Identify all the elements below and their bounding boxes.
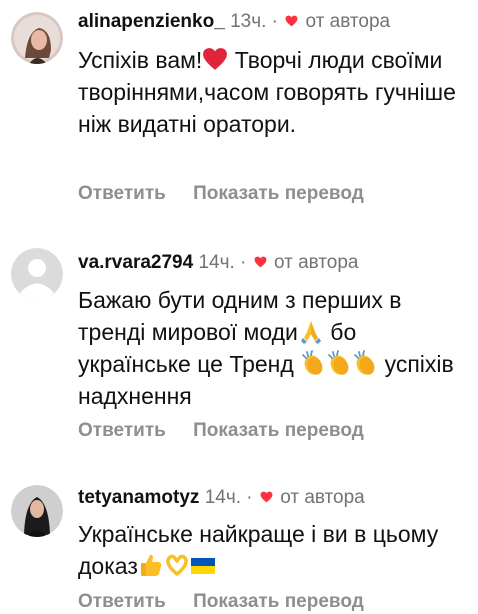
comment-text-segment: Успіхів вам! [78, 47, 203, 73]
comment-time: 13ч. [230, 11, 267, 32]
comment-text: Успіхів вам! Творчі люди своїми творіння… [78, 44, 470, 140]
comment-header: va.rvara2794 14ч. · от автора [78, 251, 359, 275]
avatar[interactable] [11, 12, 63, 64]
comment-username[interactable]: alinapenzienko_ [78, 11, 225, 32]
thumbs-up-icon [140, 554, 162, 576]
comment-item: tetyanamotyz 14ч. · от автора Українське… [0, 476, 478, 612]
liked-by-author-label: от автора [305, 11, 391, 32]
comment-username[interactable]: va.rvara2794 [78, 252, 193, 273]
clapping-hands-icon [328, 350, 349, 375]
reply-button[interactable]: Ответить [78, 591, 166, 612]
comment-actions: Ответить Показать перевод [78, 590, 364, 614]
liked-by-author-label: от автора [273, 252, 359, 273]
comment-header: tetyanamotyz 14ч. · от автора [78, 486, 365, 510]
user-avatar-photo-icon [11, 12, 63, 64]
comment-text-segment: Українське найкраще і ви в цьому доказ [78, 521, 439, 579]
show-translation-button[interactable]: Показать перевод [193, 183, 364, 204]
show-translation-button[interactable]: Показать перевод [193, 420, 364, 441]
separator-dot: · [246, 487, 253, 508]
avatar[interactable] [11, 485, 63, 537]
comment-actions: Ответить Показать перевод [78, 182, 364, 206]
comment-item: va.rvara2794 14ч. · от автора Бажаю бути… [0, 240, 478, 450]
liked-by-author-label: от автора [280, 487, 365, 508]
ukraine-flag-icon [190, 558, 215, 574]
show-translation-button[interactable]: Показать перевод [193, 591, 364, 612]
heart-hands-icon [166, 554, 188, 576]
red-heart-icon [203, 48, 228, 70]
comment-item: alinapenzienko_ 13ч. · от автора Успіхів… [0, 0, 478, 210]
separator-dot: · [240, 252, 247, 273]
clapping-hands-icon [302, 350, 323, 375]
comment-text: Бажаю бути одним з перших в тренді миров… [78, 284, 470, 412]
reply-button[interactable]: Ответить [78, 183, 166, 204]
default-avatar-icon [11, 248, 63, 300]
liked-by-author-heart-icon [254, 256, 267, 268]
comment-header: alinapenzienko_ 13ч. · от автора [78, 10, 390, 34]
liked-by-author-heart-icon [260, 491, 273, 503]
comment-text: Українське найкраще і ви в цьому доказ [78, 518, 470, 582]
folded-hands-icon [300, 321, 321, 344]
reply-button[interactable]: Ответить [78, 420, 166, 441]
avatar[interactable] [11, 248, 63, 300]
comment-actions: Ответить Показать перевод [78, 419, 364, 443]
comment-time: 14ч. [198, 252, 235, 273]
comment-username[interactable]: tetyanamotyz [78, 487, 199, 508]
separator-dot: · [271, 11, 278, 32]
clapping-hands-icon [354, 350, 375, 375]
liked-by-author-heart-icon [285, 15, 298, 27]
user-avatar-photo-icon [11, 485, 63, 537]
comment-time: 14ч. [204, 487, 242, 508]
